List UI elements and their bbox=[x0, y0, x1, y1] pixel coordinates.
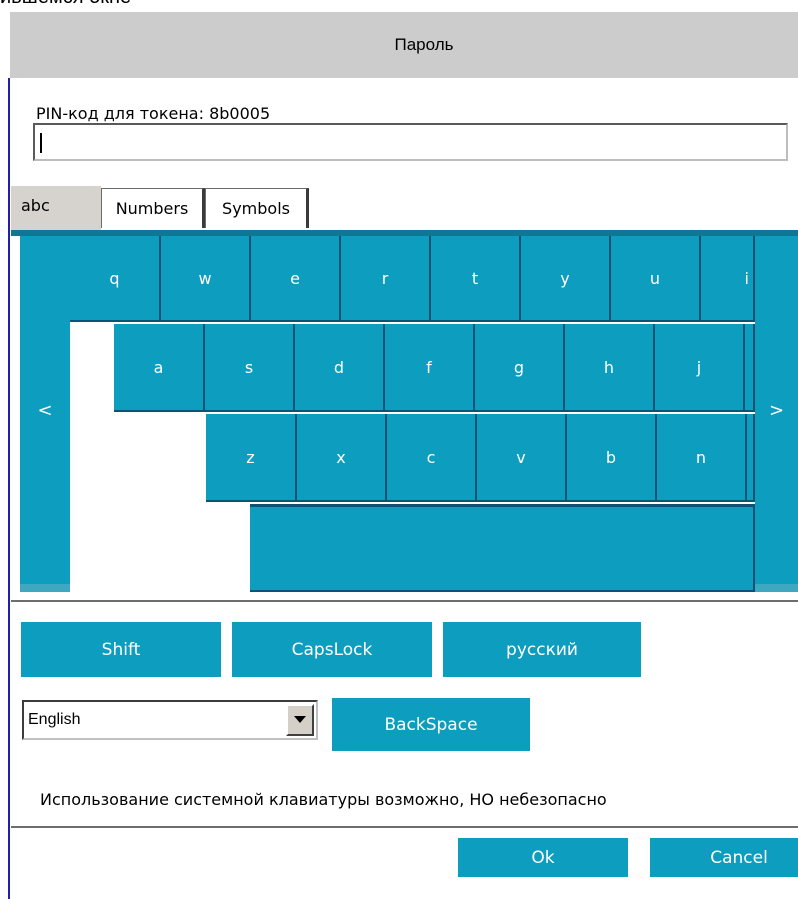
keyboard-scroll-right-button[interactable]: > bbox=[755, 236, 798, 592]
dropdown-arrow-icon[interactable] bbox=[286, 704, 314, 736]
key-r[interactable]: r bbox=[341, 236, 431, 322]
key-y[interactable]: y bbox=[521, 236, 611, 322]
shift-button[interactable]: Shift bbox=[21, 622, 221, 680]
key-i[interactable]: i bbox=[701, 236, 755, 322]
text-caret bbox=[40, 133, 42, 153]
chevron-left-icon: < bbox=[37, 399, 53, 421]
ok-button[interactable]: Ok bbox=[458, 838, 628, 880]
pin-label: PIN-код для токена: 8b0005 bbox=[36, 104, 271, 123]
key-q[interactable]: q bbox=[70, 236, 161, 322]
key-v[interactable]: v bbox=[477, 414, 567, 502]
key-d[interactable]: d bbox=[295, 324, 385, 412]
key-g[interactable]: g bbox=[475, 324, 565, 412]
language-select-value: English bbox=[28, 711, 81, 728]
key-z[interactable]: z bbox=[206, 414, 297, 502]
key-b[interactable]: b bbox=[567, 414, 657, 502]
dialog-title-bar[interactable]: Пароль bbox=[10, 12, 798, 78]
key-space[interactable] bbox=[250, 504, 755, 592]
partial-background-text: ившемся окне bbox=[0, 0, 131, 9]
key-f[interactable]: f bbox=[385, 324, 475, 412]
key-j[interactable]: j bbox=[655, 324, 745, 412]
key-w[interactable]: w bbox=[161, 236, 251, 322]
tab-numbers[interactable]: Numbers bbox=[101, 188, 205, 228]
key-t[interactable]: t bbox=[431, 236, 521, 322]
key-e[interactable]: e bbox=[251, 236, 341, 322]
key-u[interactable]: u bbox=[611, 236, 701, 322]
key-k-partial[interactable] bbox=[745, 324, 755, 412]
key-a[interactable]: a bbox=[114, 324, 205, 412]
dialog-title: Пароль bbox=[394, 35, 454, 54]
capslock-button[interactable]: CapsLock bbox=[232, 622, 432, 680]
language-select[interactable]: English bbox=[22, 700, 318, 740]
key-m-partial[interactable] bbox=[747, 414, 755, 502]
keyboard-bottom-divider bbox=[11, 600, 798, 602]
tab-abc[interactable]: abc bbox=[11, 186, 101, 230]
language-toggle-button[interactable]: русский bbox=[443, 622, 641, 680]
key-c[interactable]: c bbox=[387, 414, 477, 502]
backspace-button[interactable]: BackSpace bbox=[332, 698, 530, 754]
key-h[interactable]: h bbox=[565, 324, 655, 412]
key-s[interactable]: s bbox=[205, 324, 295, 412]
window-left-border bbox=[8, 78, 10, 899]
keyboard-scroll-left-button[interactable]: < bbox=[20, 236, 70, 592]
cancel-button[interactable]: Cancel bbox=[650, 838, 798, 880]
tab-symbols[interactable]: Symbols bbox=[205, 188, 309, 228]
key-n[interactable]: n bbox=[657, 414, 747, 502]
security-warning-text: Использование системной клавиатуры возмо… bbox=[40, 790, 607, 809]
pin-input[interactable] bbox=[33, 123, 788, 161]
key-x[interactable]: x bbox=[297, 414, 387, 502]
footer-divider bbox=[11, 826, 798, 828]
chevron-right-icon: > bbox=[768, 399, 785, 421]
